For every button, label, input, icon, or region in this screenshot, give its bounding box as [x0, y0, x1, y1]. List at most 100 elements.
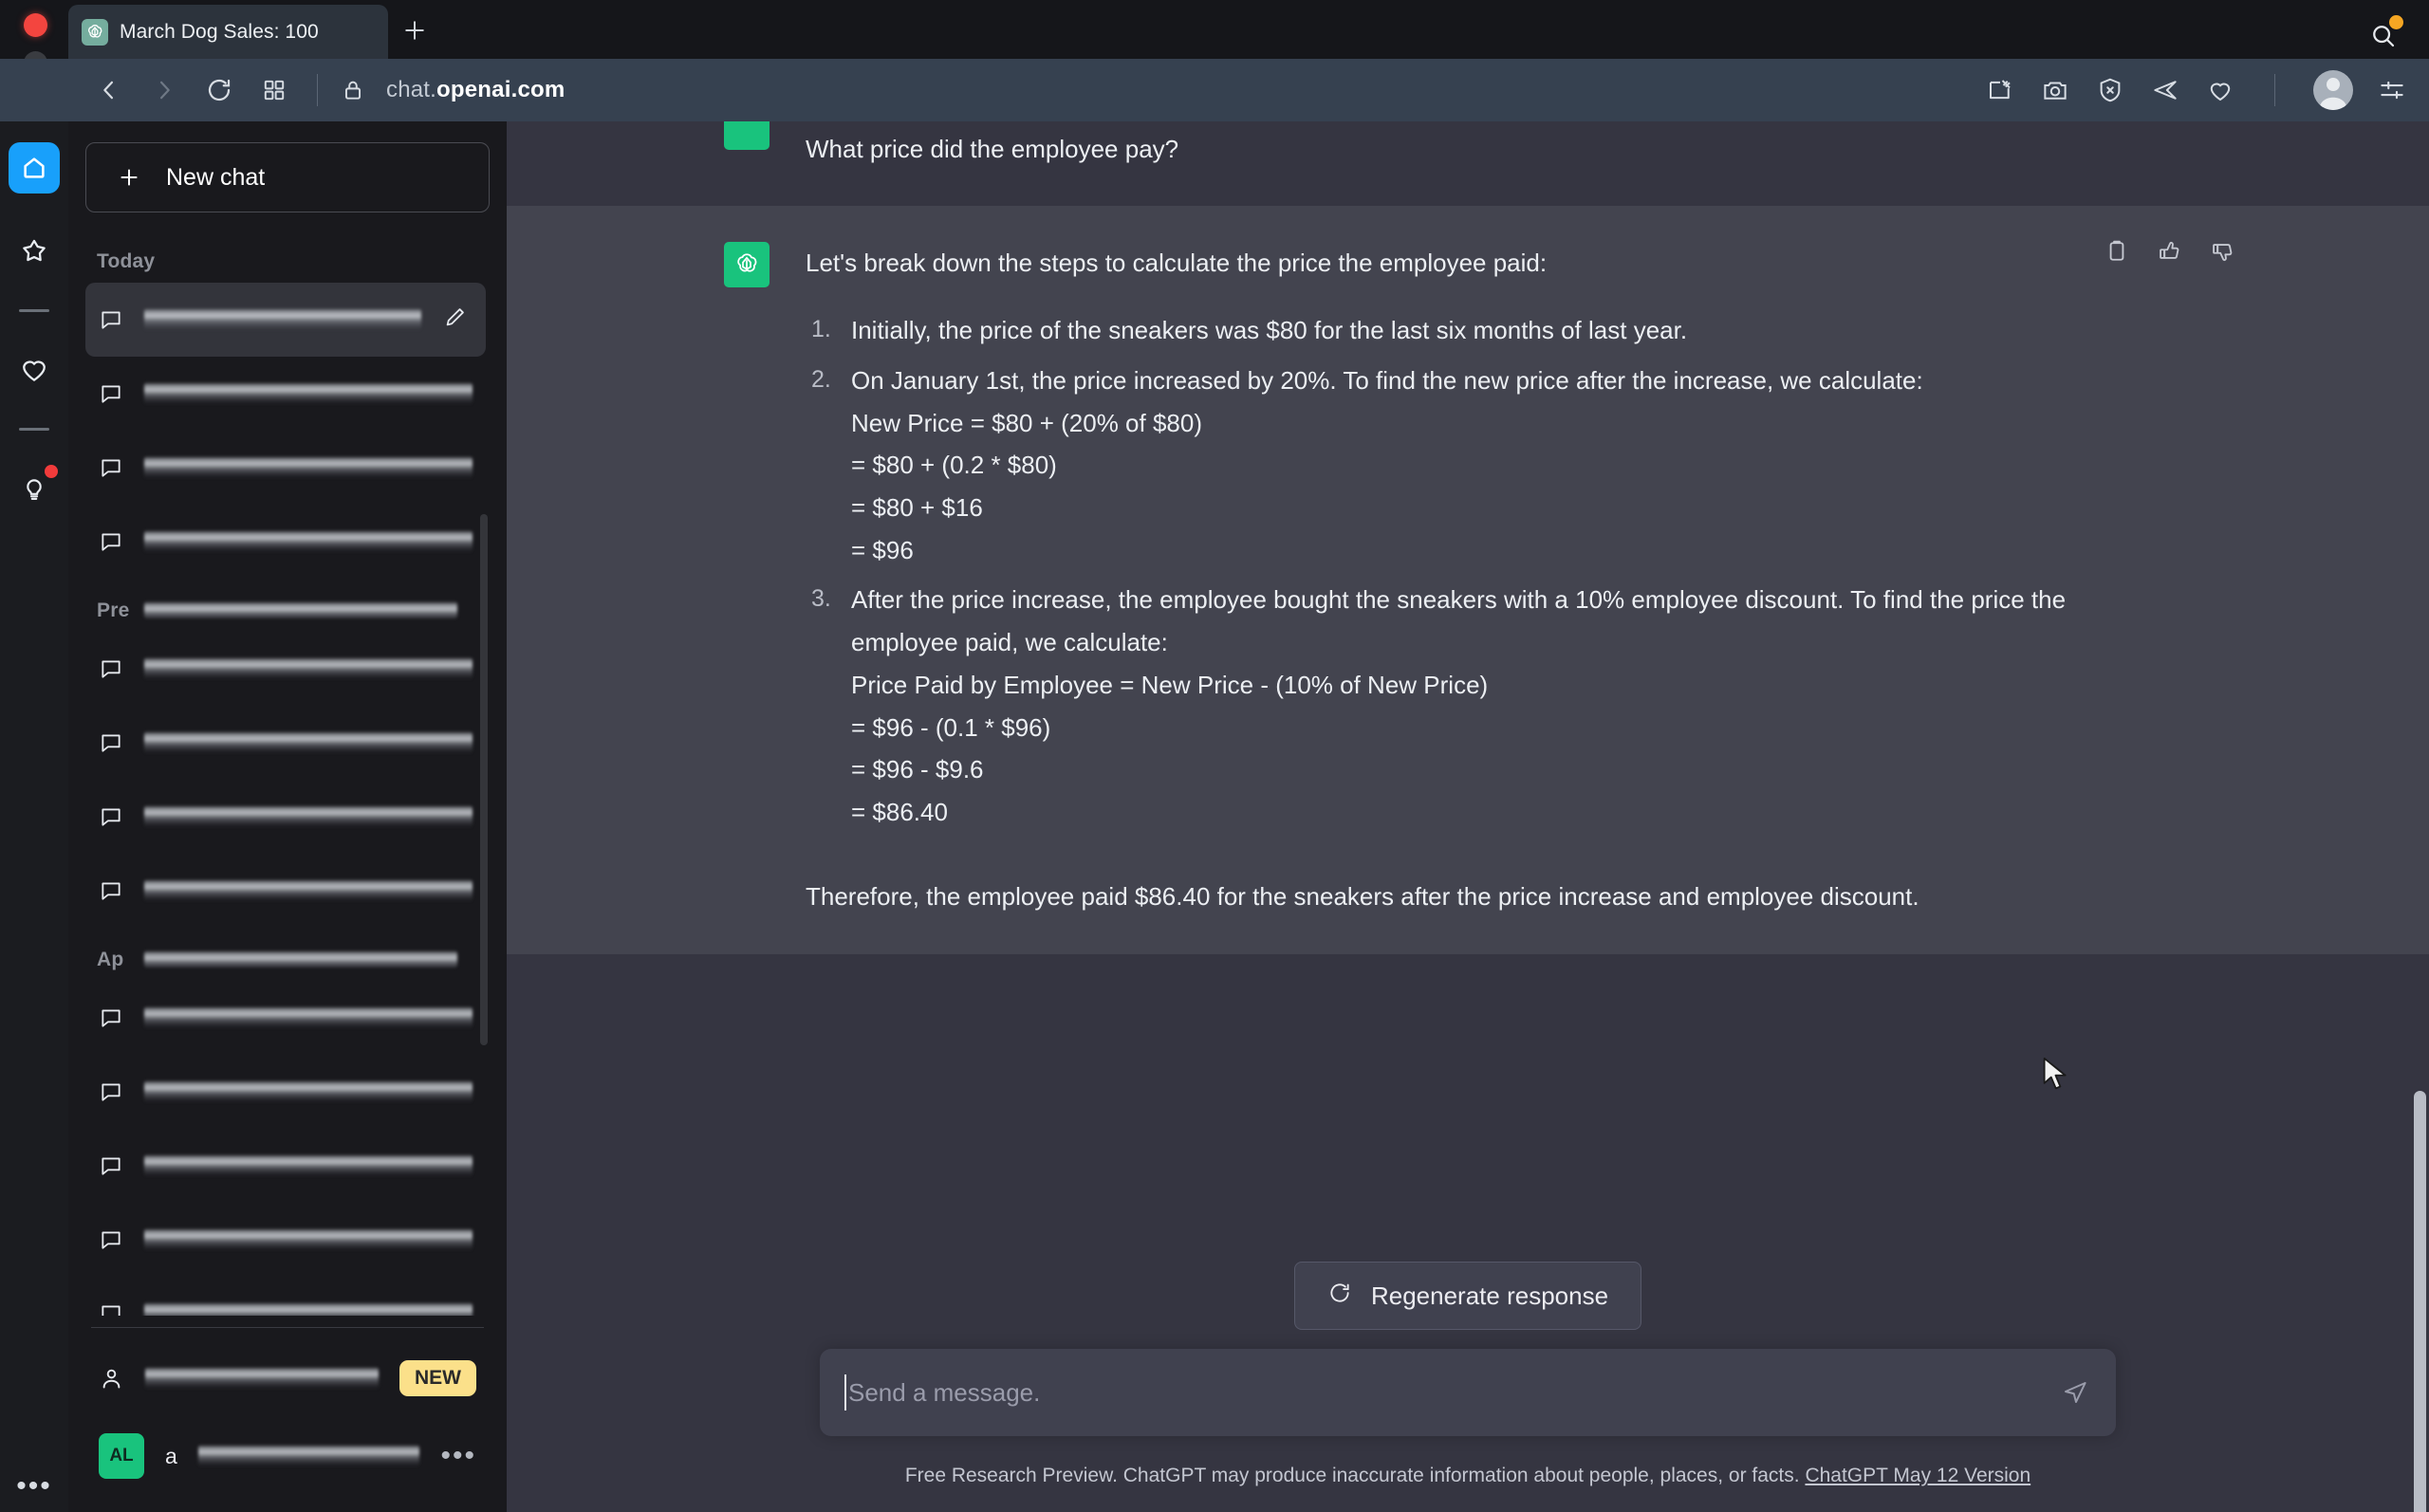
- chat-history-list[interactable]: Today Pre Ap: [85, 230, 490, 1316]
- message-action-bar: [2104, 238, 2236, 269]
- chat-history-item[interactable]: [85, 431, 486, 505]
- step-line: After the price increase, the employee b…: [851, 585, 2067, 657]
- chat-bubble-icon: [99, 730, 123, 755]
- send-icon[interactable]: [2149, 74, 2181, 106]
- chat-history-item[interactable]: [85, 706, 486, 780]
- chat-bubble-icon: [99, 307, 123, 332]
- step-line: = $96: [851, 535, 914, 564]
- assistant-message-body: Let's break down the steps to calculate …: [806, 242, 2155, 917]
- thumbs-up-icon[interactable]: [2157, 238, 2183, 269]
- chatgpt-avatar: [724, 242, 769, 288]
- disclaimer-text: Free Research Preview. ChatGPT may produ…: [904, 1465, 1800, 1486]
- profile-avatar-icon[interactable]: [2313, 70, 2353, 110]
- chat-title-redacted: [144, 657, 473, 680]
- shield-block-icon[interactable]: [2094, 74, 2126, 106]
- grid-icon[interactable]: [247, 63, 302, 118]
- rail-more-button[interactable]: •••: [0, 1472, 68, 1501]
- chat-title-redacted: [144, 382, 473, 405]
- page-body: ••• New chat Today Pre Ap NEW AL a ••• W…: [0, 121, 2429, 1512]
- chat-bubble-icon: [99, 804, 123, 829]
- chat-history-item[interactable]: [85, 780, 486, 854]
- main-scrollbar[interactable]: [2414, 1091, 2426, 1512]
- chat-history-item[interactable]: [85, 632, 486, 706]
- chat-title-redacted: [144, 530, 473, 553]
- chat-history-item[interactable]: [85, 854, 486, 928]
- chat-title-redacted: [144, 1228, 473, 1251]
- heart-icon[interactable]: [2204, 74, 2236, 106]
- section-label-redacted: [144, 950, 457, 968]
- ideas-badge-dot: [45, 465, 58, 478]
- chat-title-redacted: [144, 308, 421, 331]
- step-line: = $96 - $9.6: [851, 755, 984, 784]
- upgrade-row[interactable]: NEW: [85, 1339, 490, 1417]
- camera-icon[interactable]: [2039, 74, 2071, 106]
- account-row[interactable]: AL a •••: [85, 1417, 490, 1495]
- sidebar-scrollbar[interactable]: [480, 514, 488, 1045]
- assistant-closing-text: Therefore, the employee paid $86.40 for …: [806, 881, 1919, 911]
- account-menu-button[interactable]: •••: [440, 1442, 476, 1470]
- rail-item-favorites[interactable]: [9, 226, 60, 277]
- chat-history-item[interactable]: [85, 1277, 486, 1316]
- chat-title-redacted: [144, 805, 473, 828]
- regenerate-response-button[interactable]: Regenerate response: [1293, 1262, 1642, 1330]
- chat-history-item[interactable]: [85, 505, 486, 579]
- new-badge: NEW: [399, 1360, 476, 1396]
- forward-icon[interactable]: [137, 63, 192, 118]
- step-line: Initially, the price of the sneakers was…: [851, 316, 1688, 345]
- url-domain: openai.com: [436, 77, 566, 102]
- rail-item-ideas[interactable]: [9, 463, 60, 514]
- step-item: After the price increase, the employee b…: [811, 579, 2155, 833]
- step-line: = $80 + $16: [851, 493, 983, 523]
- rail-item-home[interactable]: [9, 142, 60, 194]
- new-chat-button[interactable]: New chat: [85, 142, 490, 212]
- user-avatar: [724, 121, 769, 150]
- chat-bubble-icon: [99, 455, 123, 480]
- chat-item-actions: [442, 304, 490, 335]
- step-item: On January 1st, the price increased by 2…: [811, 360, 2155, 572]
- rail-divider: [19, 309, 49, 312]
- assistant-lead-text: Let's break down the steps to calculate …: [806, 249, 1548, 278]
- chat-history-item[interactable]: [85, 357, 486, 431]
- chat-history-item[interactable]: [85, 1203, 486, 1277]
- settings-sliders-icon[interactable]: [2376, 74, 2408, 106]
- chat-bubble-icon: [99, 1153, 123, 1178]
- thumbs-down-icon[interactable]: [2210, 238, 2236, 269]
- chat-bubble-icon: [99, 381, 123, 406]
- chat-history-item[interactable]: [85, 283, 486, 357]
- version-link[interactable]: ChatGPT May 12 Version: [1805, 1465, 2030, 1486]
- step-line: On January 1st, the price increased by 2…: [851, 365, 1923, 395]
- message-input[interactable]: Send a message.: [820, 1349, 2116, 1436]
- chat-history-item[interactable]: [85, 981, 486, 1055]
- send-plane-icon[interactable]: [2061, 1378, 2089, 1407]
- chat-history-item[interactable]: [85, 1129, 486, 1203]
- section-label-april: Ap: [85, 928, 486, 981]
- account-name: a: [165, 1443, 177, 1468]
- step-line: = $80 + (0.2 * $80): [851, 451, 1057, 480]
- message-assistant: Let's break down the steps to calculate …: [507, 206, 2429, 954]
- assistant-steps-list: Initially, the price of the sneakers was…: [811, 309, 2155, 834]
- url-text[interactable]: chat.openai.com: [386, 77, 565, 103]
- chat-title-redacted: [144, 1080, 473, 1103]
- address-bar: chat.openai.com: [0, 59, 2429, 121]
- search-icon[interactable]: [2359, 11, 2408, 61]
- chat-title-redacted: [144, 1006, 473, 1029]
- back-icon[interactable]: [82, 63, 137, 118]
- chat-history-item[interactable]: [85, 1055, 486, 1129]
- chat-bubble-icon: [99, 1079, 123, 1104]
- regenerate-label: Regenerate response: [1370, 1281, 1609, 1310]
- search-badge-dot: [2389, 15, 2403, 29]
- user-message-text: the price increased 20%. After the price…: [806, 134, 1179, 163]
- disclaimer: Free Research Preview. ChatGPT may produ…: [507, 1436, 2429, 1487]
- edit-icon[interactable]: [442, 304, 468, 335]
- close-window-button[interactable]: [24, 13, 47, 37]
- chat-bubble-icon: [99, 529, 123, 554]
- browser-tab[interactable]: March Dog Sales: 100: [68, 5, 388, 59]
- url-prefix: chat.: [386, 77, 437, 102]
- screenshot-pin-icon[interactable]: [1984, 74, 2016, 106]
- rail-item-likes[interactable]: [9, 344, 60, 396]
- delete-icon[interactable]: [489, 304, 490, 335]
- new-tab-button[interactable]: [388, 4, 441, 57]
- reload-icon[interactable]: [192, 63, 247, 118]
- copy-icon[interactable]: [2104, 238, 2130, 269]
- chat-sidebar: New chat Today Pre Ap NEW AL a •••: [68, 121, 507, 1512]
